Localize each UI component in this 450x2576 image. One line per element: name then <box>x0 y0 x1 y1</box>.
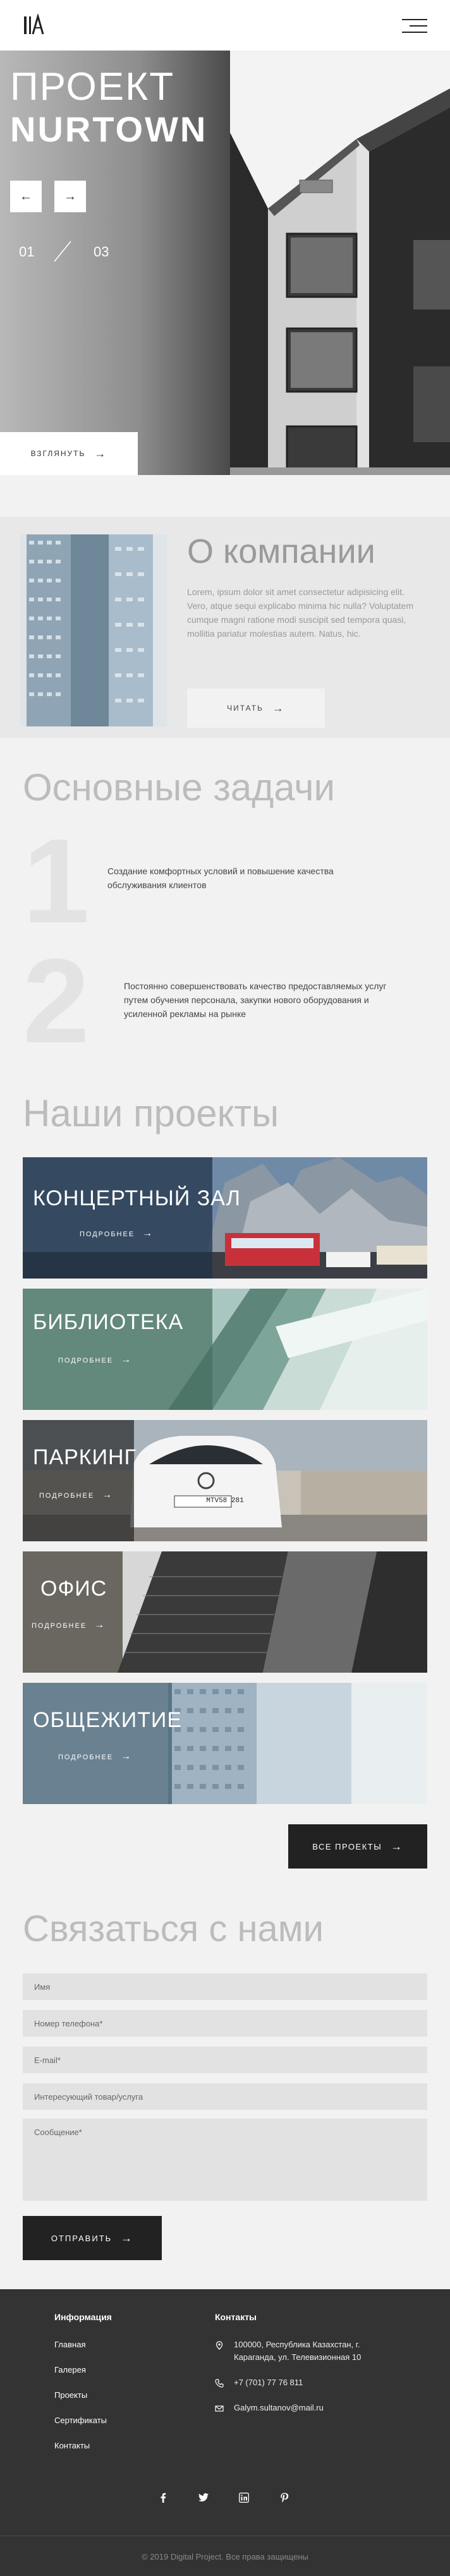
footer-link-projects[interactable]: Проекты <box>54 2390 87 2400</box>
project-more-link[interactable]: ПОДРОБНЕЕ → <box>58 1354 132 1366</box>
project-title: ПАРКИНГ <box>33 1445 137 1469</box>
task-text: Постоянно совершенствовать качество пред… <box>124 981 387 1019</box>
prev-slide-button[interactable]: ← <box>10 181 42 212</box>
look-button[interactable]: ВЗГЛЯНУТЬ → <box>0 432 138 475</box>
project-card-office[interactable]: ОФИС ПОДРОБНЕЕ → <box>23 1551 427 1673</box>
all-projects-button[interactable]: ВСЕ ПРОЕКТЫ → <box>288 1824 427 1869</box>
about-section: О компании Lorem, ipsum dolor sit amet c… <box>0 517 450 738</box>
pinterest-icon[interactable] <box>277 2490 292 2505</box>
project-overlay <box>23 1157 212 1279</box>
arrow-right-icon: → <box>102 1490 114 1500</box>
footer-link-gallery[interactable]: Галерея <box>54 2365 86 2374</box>
project-card-parking[interactable]: ПАРКИНГ ПОДРОБНЕЕ → MTV58 281 <box>23 1420 427 1541</box>
about-text: Lorem, ipsum dolor sit amet consectetur … <box>187 587 413 639</box>
arrow-right-icon: → <box>121 1354 133 1365</box>
arrow-right-icon: → <box>94 1620 106 1630</box>
all-projects-label: ВСЕ ПРОЕКТЫ <box>312 1841 382 1851</box>
tasks-title: Основные задачи <box>23 766 336 809</box>
project-more-label: ПОДРОБНЕЕ <box>58 1357 114 1364</box>
arrow-right-icon: → <box>94 447 107 460</box>
phone-field[interactable] <box>23 2010 427 2037</box>
logo-mark-icon[interactable] <box>23 14 46 35</box>
project-more-link[interactable]: ПОДРОБНЕЕ → <box>32 1620 106 1631</box>
footer-email[interactable]: Galym.sultanov@mail.ru <box>234 2402 423 2414</box>
task-text: Создание комфортных условий и повышение … <box>107 866 334 890</box>
contact-title: Связаться с нами <box>23 1908 324 1949</box>
name-field[interactable] <box>23 1973 427 2000</box>
read-button[interactable]: ЧИТАТЬ → <box>187 689 325 728</box>
product-field[interactable] <box>23 2083 427 2110</box>
send-button[interactable]: ОТПРАВИТЬ → <box>23 2216 162 2260</box>
slide-current: 01 <box>19 244 35 260</box>
hamburger-menu-icon[interactable] <box>402 19 427 33</box>
arrow-left-icon: ← <box>20 189 32 203</box>
footer-address: 100000, Республика Казахстан, г. Караган… <box>234 2340 362 2362</box>
look-button-label: ВЗГЛЯНУТЬ <box>30 449 86 458</box>
hero-slider: ПРОЕКТ NURTOWN ← → 01 03 ВЗГЛЯНУТЬ → <box>0 51 450 475</box>
footer-info-title: Информация <box>54 2312 112 2322</box>
read-button-label: ЧИТАТЬ <box>227 704 264 713</box>
project-overlay <box>23 1289 212 1410</box>
page: ПРОЕКТ NURTOWN ← → 01 03 ВЗГЛЯНУТЬ → О к… <box>0 0 450 2576</box>
project-more-label: ПОДРОБНЕЕ <box>39 1492 95 1500</box>
project-more-link[interactable]: ПОДРОБНЕЕ → <box>58 1751 132 1762</box>
about-building-image <box>20 534 167 726</box>
linkedin-icon[interactable] <box>236 2490 252 2505</box>
project-card-concert-hall[interactable]: КОНЦЕРТНЫЙ ЗАЛ ПОДРОБНЕЕ → <box>23 1157 427 1279</box>
facebook-icon[interactable] <box>155 2490 171 2505</box>
project-title: ОФИС <box>40 1577 107 1601</box>
phone-icon <box>215 2379 224 2388</box>
task-number: 2 <box>23 934 90 1068</box>
project-more-label: ПОДРОБНЕЕ <box>80 1231 135 1238</box>
copyright: © 2019 Digital Project. Все права защище… <box>142 2552 308 2561</box>
footer-phone[interactable]: +7 (701) 77 76 811 <box>234 2376 423 2389</box>
location-icon <box>216 2341 223 2350</box>
project-more-label: ПОДРОБНЕЕ <box>32 1622 87 1630</box>
project-more-link[interactable]: ПОДРОБНЕЕ → <box>39 1490 113 1501</box>
send-button-label: ОТПРАВИТЬ <box>51 2233 113 2243</box>
about-title: О компании <box>187 533 375 570</box>
message-field[interactable] <box>23 2119 427 2201</box>
footer-link-home[interactable]: Главная <box>54 2340 85 2349</box>
project-card-library[interactable]: БИБЛИОТЕКА ПОДРОБНЕЕ → <box>23 1289 427 1410</box>
arrow-right-icon: → <box>64 189 76 203</box>
project-card-dormitory[interactable]: ОБЩЕЖИТИЕ ПОДРОБНЕЕ → <box>23 1683 427 1804</box>
arrow-right-icon: → <box>272 701 285 714</box>
project-overlay <box>23 1683 172 1804</box>
slide-total: 03 <box>94 244 109 260</box>
project-more-label: ПОДРОБНЕЕ <box>58 1754 114 1761</box>
hero-building-image <box>230 51 450 475</box>
footer-link-certificates[interactable]: Сертификаты <box>54 2416 107 2425</box>
projects-title: Наши проекты <box>23 1092 279 1135</box>
hero-title-line2: NURTOWN <box>10 109 208 149</box>
hero-title-line1: ПРОЕКТ <box>10 65 175 109</box>
project-overlay <box>23 1551 123 1673</box>
footer-link-contacts[interactable]: Контакты <box>54 2441 90 2450</box>
slide-divider <box>54 241 71 262</box>
arrow-right-icon: → <box>121 1751 133 1762</box>
twitter-icon[interactable] <box>196 2490 211 2505</box>
project-more-link[interactable]: ПОДРОБНЕЕ → <box>80 1228 154 1239</box>
top-bar <box>0 0 450 51</box>
license-plate: MTV58 281 <box>206 1497 244 1505</box>
arrow-right-icon: → <box>391 1839 403 1853</box>
task-number: 1 <box>23 814 90 948</box>
project-overlay <box>23 1420 134 1541</box>
arrow-right-icon: → <box>121 2231 134 2244</box>
next-slide-button[interactable]: → <box>54 181 86 212</box>
project-title: ОБЩЕЖИТИЕ <box>33 1708 183 1732</box>
mail-icon <box>215 2405 224 2412</box>
project-title: КОНЦЕРТНЫЙ ЗАЛ <box>33 1186 241 1210</box>
project-title: БИБЛИОТЕКА <box>33 1310 184 1334</box>
footer-contacts-title: Контакты <box>215 2312 257 2322</box>
arrow-right-icon: → <box>142 1228 154 1239</box>
email-field[interactable] <box>23 2047 427 2073</box>
footer: Информация Главная Галерея Проекты Серти… <box>0 2289 450 2576</box>
